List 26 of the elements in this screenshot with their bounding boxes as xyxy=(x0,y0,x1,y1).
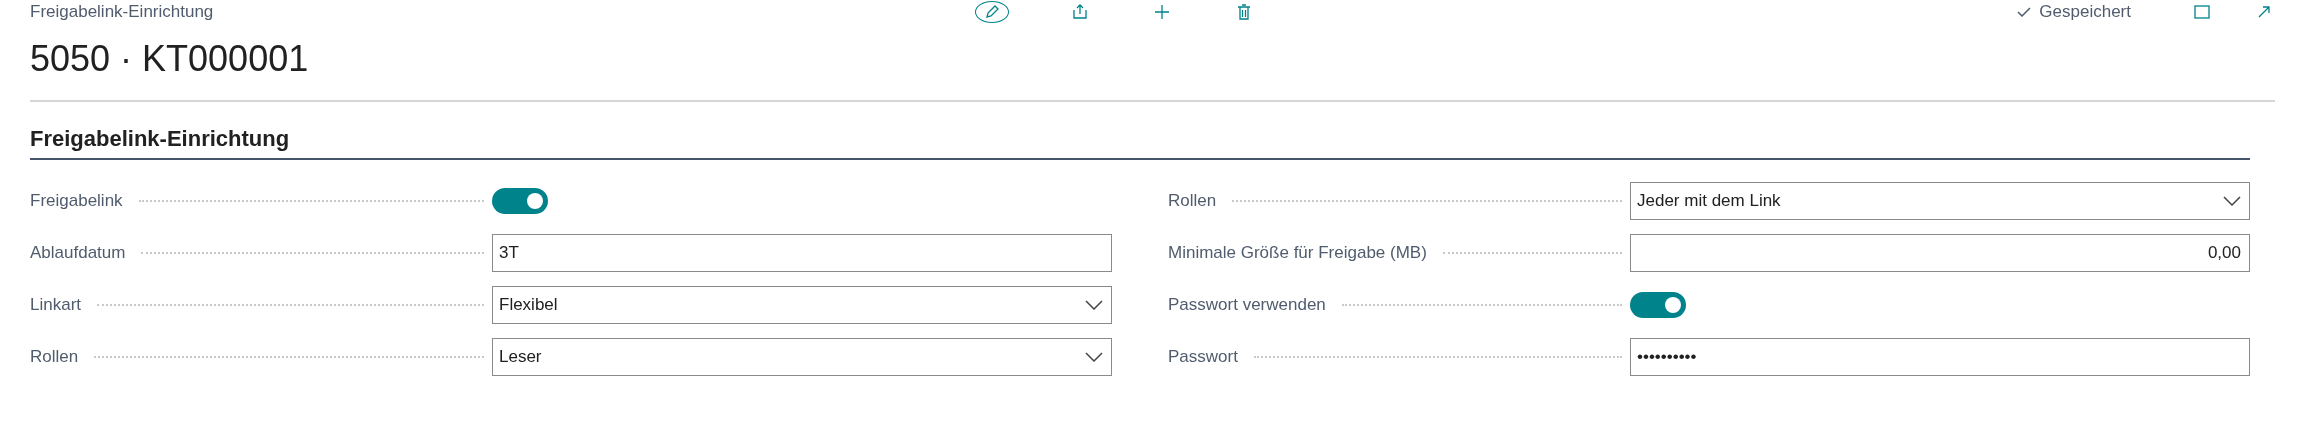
window-icon[interactable] xyxy=(2191,2,2213,22)
section-title: Freigabelink-Einrichtung xyxy=(30,126,2250,160)
check-icon xyxy=(2017,7,2032,17)
input-field[interactable]: 0,00 xyxy=(1630,234,2250,272)
toggle-switch[interactable] xyxy=(1630,292,1686,318)
dropdown-field[interactable]: Jeder mit dem Link xyxy=(1630,182,2250,220)
chevron-down-icon xyxy=(1085,300,1103,310)
field-label: Passwort verwenden xyxy=(1168,295,1326,315)
breadcrumb: Freigabelink-Einrichtung xyxy=(30,2,214,22)
field-label: Rollen xyxy=(30,347,79,367)
page-title: 5050 · KT000001 xyxy=(30,37,310,81)
edit-icon[interactable] xyxy=(975,1,1010,23)
chevron-down-icon xyxy=(2223,196,2241,206)
save-status: Gespeichert xyxy=(2039,2,2131,22)
toggle-switch[interactable] xyxy=(492,188,548,214)
field-label: Minimale Größe für Freigabe (MB) xyxy=(1168,243,1427,263)
password-field[interactable]: •••••••••• xyxy=(1630,338,2250,376)
field-label: Linkart xyxy=(30,295,82,315)
field-label: Rollen xyxy=(1168,191,1217,211)
field-label: Passwort xyxy=(1168,347,1238,367)
dropdown-field[interactable]: Flexibel xyxy=(492,286,1112,324)
field-label: Freigabelink xyxy=(30,191,123,211)
field-label: Ablaufdatum xyxy=(30,243,126,263)
chevron-down-icon xyxy=(1085,352,1103,362)
dropdown-field[interactable]: Leser xyxy=(492,338,1112,376)
input-field[interactable]: 3T xyxy=(492,234,1112,272)
